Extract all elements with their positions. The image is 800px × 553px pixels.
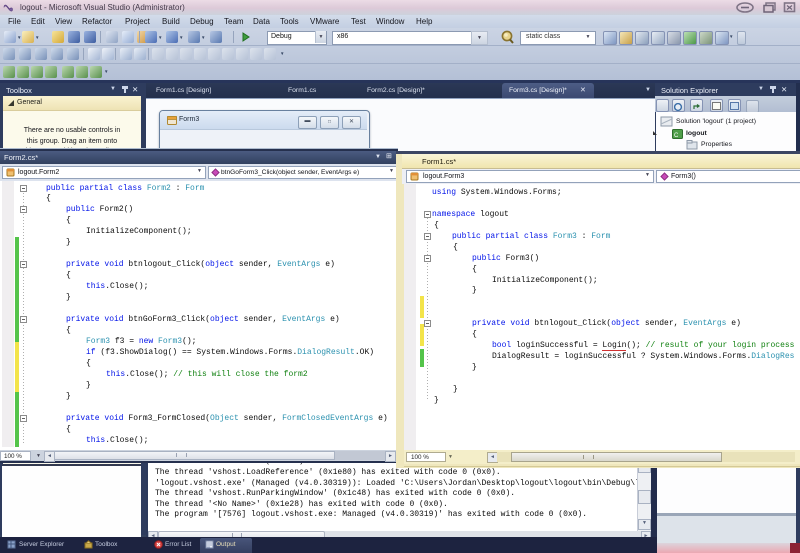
- svg-text:C: C: [674, 133, 679, 139]
